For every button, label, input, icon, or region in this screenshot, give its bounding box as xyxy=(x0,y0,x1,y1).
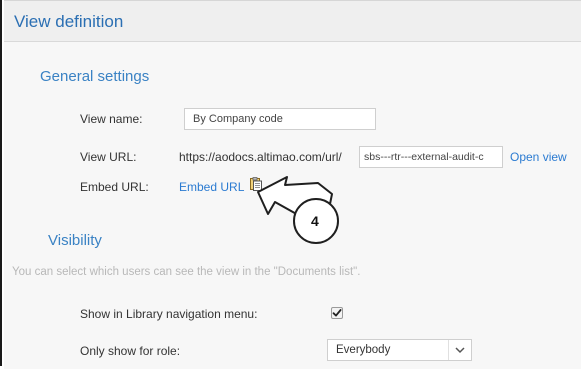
show-in-nav-label: Show in Library navigation menu: xyxy=(80,307,258,321)
view-url-label: View URL: xyxy=(80,150,137,164)
callout-number: 4 xyxy=(311,213,319,229)
chevron-down-icon xyxy=(448,340,471,360)
open-view-link[interactable]: Open view xyxy=(510,150,567,164)
view-name-input[interactable]: By Company code xyxy=(184,108,376,130)
role-select[interactable]: Everybody xyxy=(327,339,472,361)
view-name-label: View name: xyxy=(80,112,143,126)
role-label: Only show for role: xyxy=(80,344,181,358)
window-frame: View definition General settings View na… xyxy=(0,0,581,369)
visibility-heading: Visibility xyxy=(48,232,102,249)
show-in-nav-checkbox[interactable] xyxy=(331,307,343,319)
view-url-prefix: https://aodocs.altimao.com/url/ xyxy=(179,150,342,164)
role-selected-value: Everybody xyxy=(336,344,391,356)
view-definition-panel: View definition General settings View na… xyxy=(4,0,581,369)
embed-url-link[interactable]: Embed URL xyxy=(179,180,244,194)
checkmark-icon xyxy=(332,309,342,317)
visibility-hint: You can select which users can see the v… xyxy=(12,266,361,278)
page-title: View definition xyxy=(14,12,124,31)
embed-url-label: Embed URL: xyxy=(80,180,149,194)
panel-header: View definition xyxy=(4,1,581,42)
view-url-slug-input[interactable]: sbs---rtr---external-audit-c xyxy=(359,146,503,168)
general-settings-heading: General settings xyxy=(40,68,150,85)
clipboard-icon[interactable] xyxy=(250,177,262,191)
